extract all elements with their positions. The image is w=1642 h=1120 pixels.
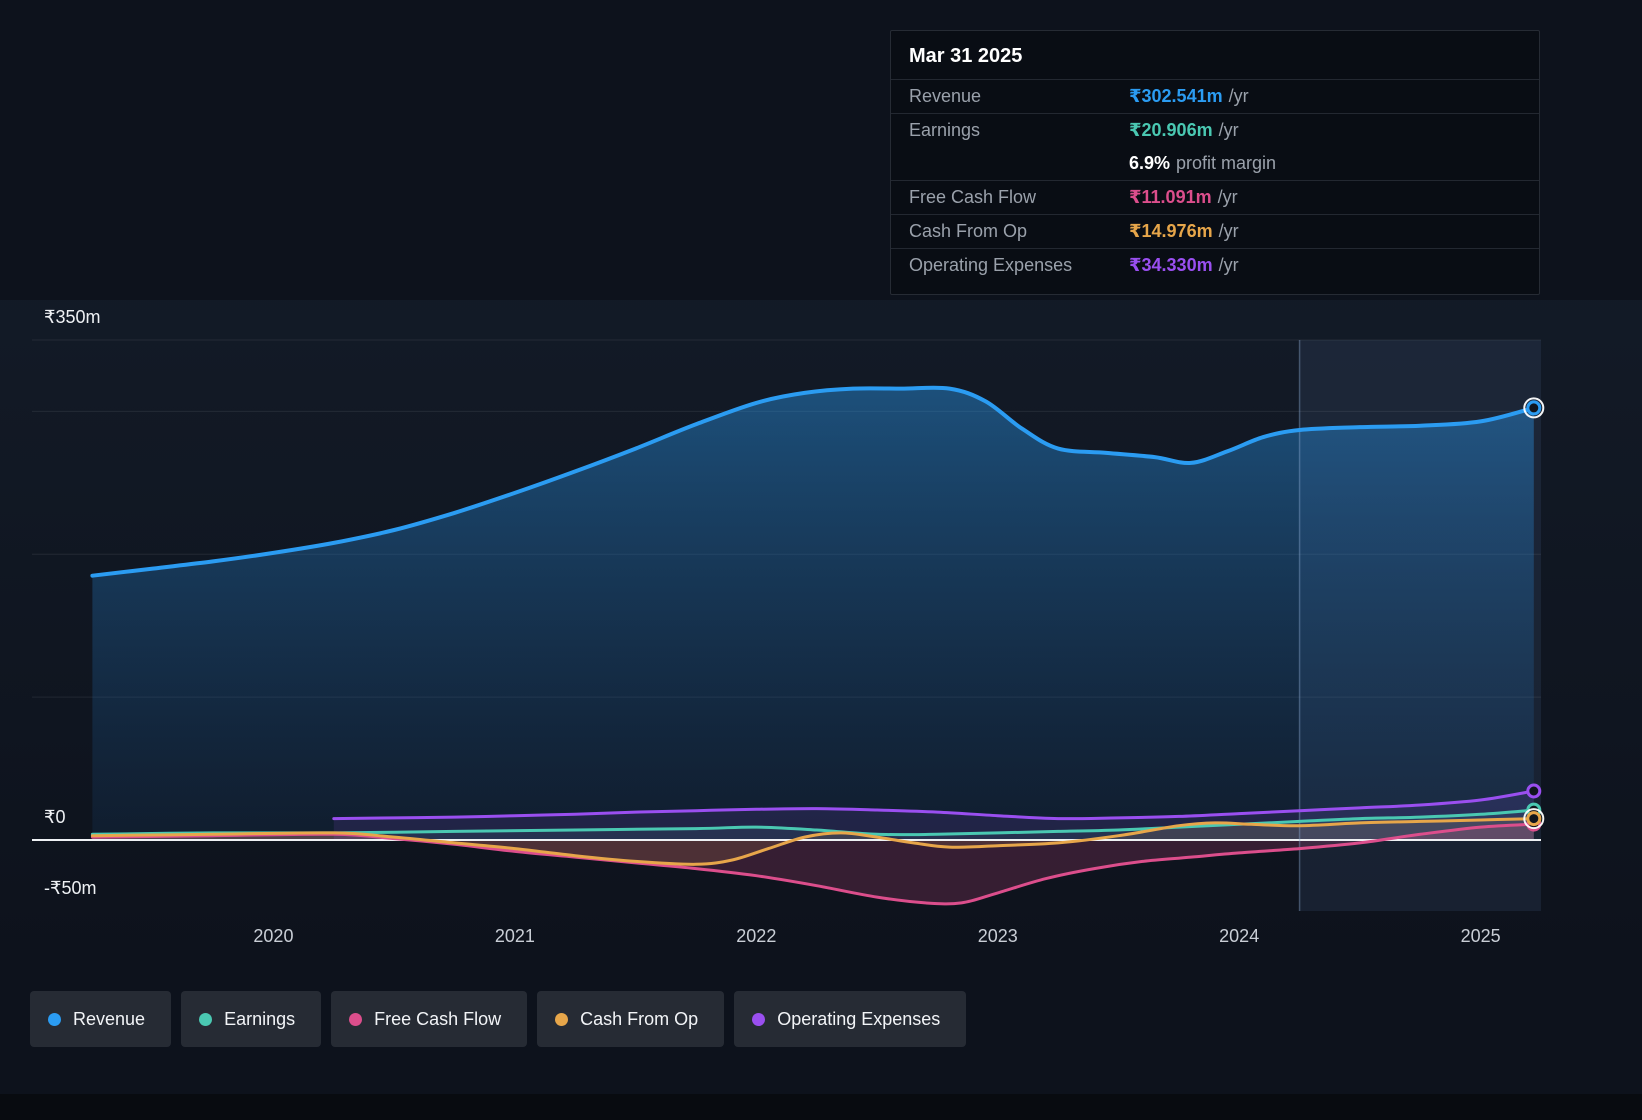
x-axis-label: 2022 bbox=[736, 926, 777, 946]
tooltip-row-profit-margin: 6.9% profit margin bbox=[891, 147, 1539, 180]
tooltip-row-label: Operating Expenses bbox=[909, 255, 1073, 275]
data-tooltip: Mar 31 2025 Revenue ₹302.541m/yr Earnings ₹… bbox=[890, 30, 1540, 295]
x-axis-label: 2024 bbox=[1219, 926, 1260, 946]
legend-item-earnings[interactable]: Earnings bbox=[181, 991, 322, 1047]
series-area-revenue bbox=[92, 387, 1534, 840]
tooltip-rows: Revenue ₹302.541m/yr Earnings ₹20.906m/yr 6.… bbox=[891, 79, 1539, 282]
tooltip-row-label: Revenue bbox=[909, 86, 982, 106]
free-cash-flow-dot-icon bbox=[349, 1012, 363, 1026]
tooltip-row-value: ₹20.906m/yr bbox=[1129, 120, 1239, 140]
x-axis-label: 2023 bbox=[977, 926, 1018, 946]
operating-expenses-dot-icon bbox=[752, 1012, 766, 1026]
x-axis-label: 2025 bbox=[1460, 926, 1501, 946]
x-axis-label: 2021 bbox=[494, 926, 535, 946]
tooltip-date: Mar 31 2025 bbox=[909, 45, 1023, 67]
legend-label: Earnings bbox=[224, 1008, 296, 1029]
legend-item-operating-expenses[interactable]: Operating Expenses bbox=[734, 991, 967, 1047]
tooltip-row-label: Cash From Op bbox=[909, 221, 1028, 241]
legend-label: Free Cash Flow bbox=[374, 1008, 502, 1029]
tooltip-row-earnings: Earnings ₹20.906m/yr bbox=[891, 113, 1539, 147]
tooltip-row-revenue: Revenue ₹302.541m/yr bbox=[891, 79, 1539, 113]
y-axis-label: ₹0 bbox=[44, 807, 66, 827]
cash-from-op-dot-icon bbox=[555, 1012, 569, 1026]
tooltip-row-value: ₹302.541m/yr bbox=[1129, 86, 1249, 106]
y-axis-label: -₹50m bbox=[44, 878, 97, 899]
earnings-dot-icon bbox=[199, 1012, 213, 1026]
tooltip-row-value: ₹14.976m/yr bbox=[1129, 221, 1239, 241]
tooltip-row-value: 6.9% profit margin bbox=[1129, 153, 1277, 173]
legend-label: Cash From Op bbox=[580, 1008, 699, 1029]
legend-item-cash-from-op[interactable]: Cash From Op bbox=[537, 991, 725, 1047]
revenue-dot-icon bbox=[48, 1012, 61, 1026]
legend-label: Operating Expenses bbox=[777, 1008, 941, 1029]
tooltip-row-value: ₹34.330m/yr bbox=[1129, 255, 1239, 275]
bottom-bar bbox=[0, 1094, 1642, 1120]
y-axis-label: ₹350m bbox=[44, 307, 101, 327]
legend-label: Revenue bbox=[73, 1008, 146, 1029]
tooltip-row-value: ₹11.091m/yr bbox=[1129, 187, 1238, 207]
series-endpoint-revenue[interactable] bbox=[1526, 400, 1542, 416]
x-axis-label: 2020 bbox=[253, 926, 294, 946]
tooltip-row-label: Earnings bbox=[909, 120, 981, 140]
series-endpoint-cash-from-op[interactable] bbox=[1526, 811, 1542, 827]
tooltip-row-cash-from-op: Cash From Op ₹14.976m/yr bbox=[891, 214, 1539, 248]
legend-item-free-cash-flow[interactable]: Free Cash Flow bbox=[331, 991, 528, 1047]
series-endpoint-operating-expenses[interactable] bbox=[1526, 783, 1542, 799]
tooltip-row-free-cash-flow: Free Cash Flow ₹11.091m/yr bbox=[891, 180, 1539, 214]
tooltip-row-label: Free Cash Flow bbox=[909, 187, 1037, 207]
legend: Revenue Earnings Free Cash Flow Cash From O… bbox=[30, 991, 967, 1047]
legend-item-revenue[interactable]: Revenue bbox=[30, 991, 172, 1047]
tooltip-row-operating-expenses: Operating Expenses ₹34.330m/yr bbox=[891, 248, 1539, 282]
